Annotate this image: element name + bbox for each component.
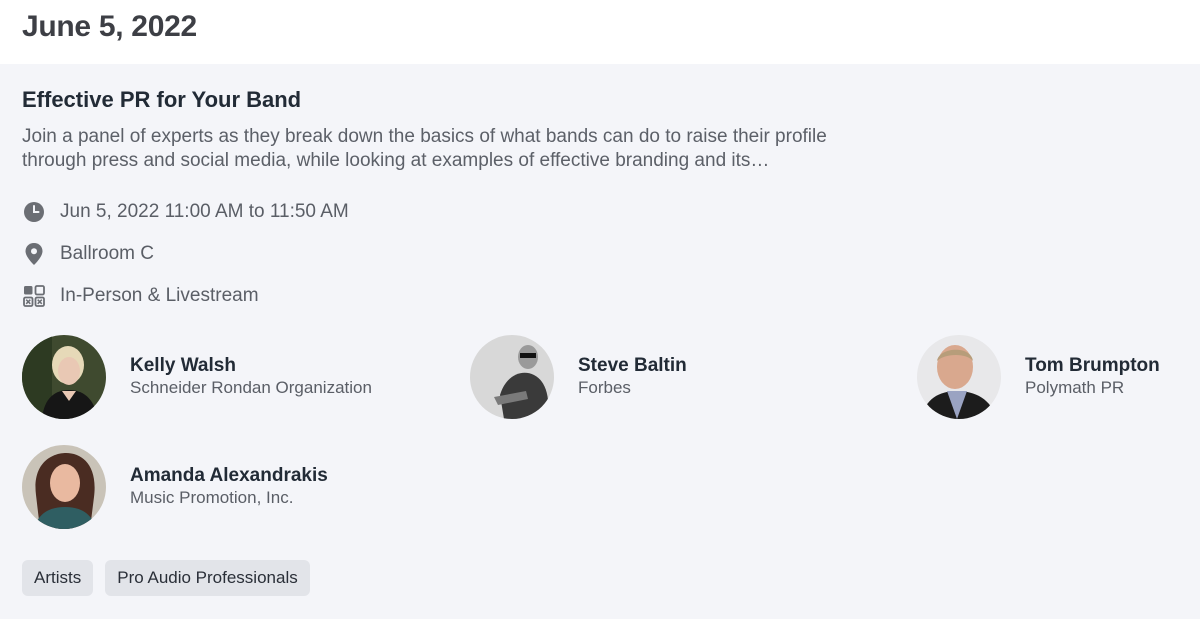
date-header: June 5, 2022: [0, 0, 1200, 64]
speaker-org: Forbes: [578, 378, 631, 397]
speaker-avatar: [22, 335, 106, 419]
session-time-row: Jun 5, 2022 11:00 AM to 11:50 AM: [22, 191, 1178, 233]
grid-format-icon: [22, 284, 46, 308]
tag-pro-audio-professionals[interactable]: Pro Audio Professionals: [105, 560, 310, 596]
speaker-info: Steve Baltin Forbes: [578, 355, 687, 399]
speaker-org: Schneider Rondan Organization: [130, 378, 372, 397]
speaker-info: Amanda Alexandrakis Music Promotion, Inc…: [130, 465, 328, 509]
speaker-name: Steve Baltin: [578, 355, 687, 376]
session-location-row: Ballroom C: [22, 233, 1178, 275]
speaker-card[interactable]: Tom Brumpton Polymath PR: [917, 334, 1177, 420]
session-description-line-1: Join a panel of experts as they break do…: [22, 126, 827, 147]
speaker-info: Tom Brumpton Polymath PR: [1025, 355, 1160, 399]
session-description: Join a panel of experts as they break do…: [22, 125, 922, 173]
speaker-card[interactable]: Amanda Alexandrakis Music Promotion, Inc…: [22, 444, 470, 530]
session-format: In-Person & Livestream: [60, 285, 259, 306]
map-pin-icon: [22, 242, 46, 266]
speaker-info: Kelly Walsh Schneider Rondan Organizatio…: [130, 355, 372, 399]
speaker-org: Polymath PR: [1025, 378, 1125, 397]
speaker-name: Tom Brumpton: [1025, 355, 1160, 376]
speaker-list: Kelly Walsh Schneider Rondan Organizatio…: [22, 334, 1178, 530]
session-format-row: In-Person & Livestream: [22, 275, 1178, 317]
tag-list: Artists Pro Audio Professionals: [22, 560, 1178, 596]
session-location: Ballroom C: [60, 243, 154, 264]
speaker-avatar: [22, 445, 106, 529]
speaker-name: Kelly Walsh: [130, 355, 236, 376]
session-card: Effective PR for Your Band Join a panel …: [0, 64, 1200, 596]
speaker-avatar: [470, 335, 554, 419]
speaker-avatar: [917, 335, 1001, 419]
speaker-name: Amanda Alexandrakis: [130, 465, 328, 486]
session-description-line-2: through press and social media, while lo…: [22, 150, 770, 171]
speaker-card[interactable]: Steve Baltin Forbes: [470, 334, 917, 420]
session-title[interactable]: Effective PR for Your Band: [22, 87, 1178, 113]
session-time: Jun 5, 2022 11:00 AM to 11:50 AM: [60, 201, 349, 222]
speaker-org: Music Promotion, Inc.: [130, 488, 294, 507]
tag-artists[interactable]: Artists: [22, 560, 94, 596]
speaker-card[interactable]: Kelly Walsh Schneider Rondan Organizatio…: [22, 334, 470, 420]
session-meta: Jun 5, 2022 11:00 AM to 11:50 AM Ballroo…: [22, 191, 1178, 317]
date-heading: June 5, 2022: [22, 10, 197, 43]
clock-icon: [22, 200, 46, 224]
